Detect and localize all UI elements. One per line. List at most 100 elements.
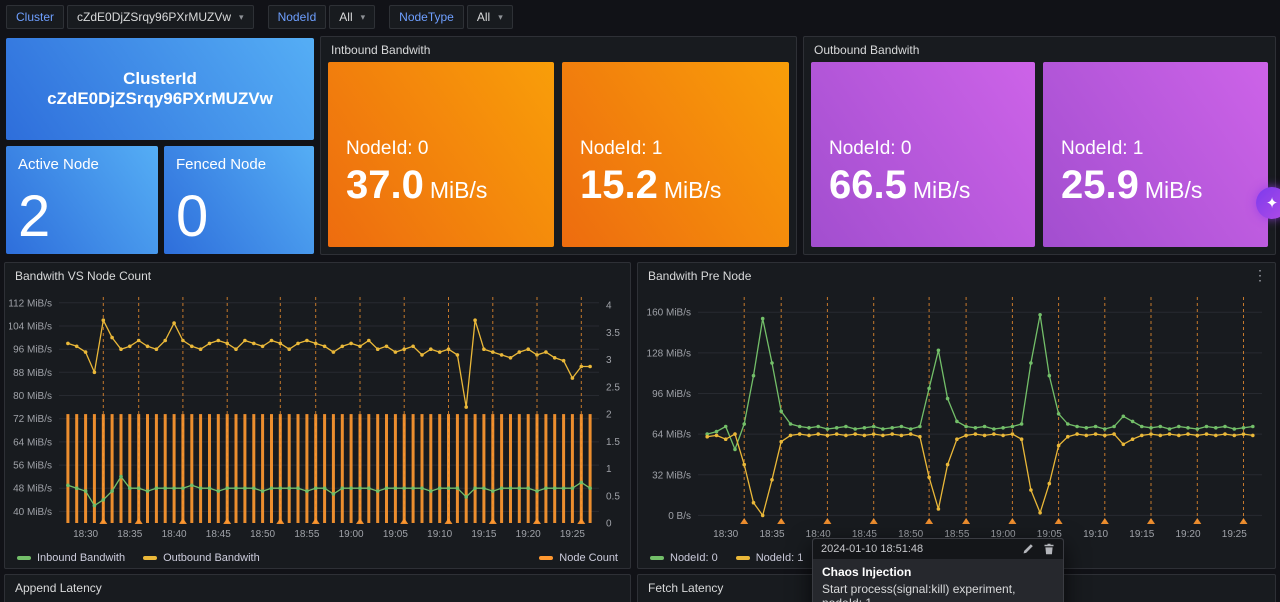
sparkle-icon: ✦ (1266, 194, 1279, 212)
svg-text:112 MiB/s: 112 MiB/s (9, 298, 52, 309)
active-node-label: Active Node (18, 156, 146, 173)
svg-text:3: 3 (606, 355, 612, 366)
legend-outbound-bandwith[interactable]: Outbound Bandwith (143, 552, 260, 564)
svg-text:128 MiB/s: 128 MiB/s (647, 348, 691, 359)
svg-text:32 MiB/s: 32 MiB/s (652, 470, 691, 481)
svg-text:18:35: 18:35 (117, 529, 142, 540)
chevron-down-icon: ▾ (498, 13, 503, 22)
svg-text:72 MiB/s: 72 MiB/s (13, 414, 52, 425)
fenced-node-value: 0 (176, 189, 302, 244)
bandwidth-vs-node-count-chart-area: 112 MiB/s104 MiB/s96 MiB/s88 MiB/s80 MiB… (5, 289, 630, 546)
svg-text:18:45: 18:45 (206, 529, 231, 540)
svg-text:19:25: 19:25 (560, 529, 585, 540)
var-nodeid: NodeId All ▾ (268, 5, 376, 29)
chevron-down-icon: ▾ (239, 13, 244, 22)
svg-text:18:55: 18:55 (294, 529, 319, 540)
svg-text:3.5: 3.5 (606, 328, 620, 339)
annotation-tooltip: 2024-01-10 18:51:48 Chaos Injection Star… (812, 538, 1064, 602)
svg-text:104 MiB/s: 104 MiB/s (9, 322, 52, 333)
bandwidth-per-node-chart-area: 160 MiB/s 128 MiB/s 96 MiB/s 64 MiB/s 32 MiB… (638, 289, 1275, 546)
bandwidth-vs-node-count-chart[interactable]: 112 MiB/s104 MiB/s96 MiB/s88 MiB/s80 MiB… (9, 289, 625, 541)
svg-text:4: 4 (606, 301, 612, 312)
panel-menu-icon[interactable]: ⋮ (1253, 267, 1267, 284)
var-nodetype-label: NodeType (389, 5, 464, 29)
svg-text:18:30: 18:30 (73, 529, 98, 540)
outbound-node1-label: NodeId: 1 (1061, 138, 1250, 160)
legend-inbound-bandwith[interactable]: Inbound Bandwith (17, 552, 125, 564)
legend-nodeid-1[interactable]: NodeId: 1 (736, 552, 804, 564)
chart1-legend: Inbound Bandwith Outbound Bandwith Node … (5, 546, 630, 570)
dashboard: Cluster cZdE0DjZSrqy96PXrMUZVw ▾ NodeId … (0, 0, 1280, 602)
append-latency-panel: Append Latency (4, 574, 631, 602)
svg-text:19:20: 19:20 (516, 529, 541, 540)
chevron-down-icon: ▾ (361, 13, 366, 22)
svg-text:80 MiB/s: 80 MiB/s (13, 391, 52, 402)
legend-nodeid-0[interactable]: NodeId: 0 (650, 552, 718, 564)
fenced-node-stat-tile: Fenced Node 0 (164, 146, 314, 254)
svg-text:18:35: 18:35 (759, 529, 784, 540)
svg-text:56 MiB/s: 56 MiB/s (13, 461, 52, 472)
inbound-node1-value: 15.2MiB/s (580, 164, 771, 206)
svg-text:1.5: 1.5 (606, 437, 620, 448)
legend-swatch (539, 556, 553, 560)
outbound-node0-stat-tile: NodeId: 0 66.5MiB/s (811, 62, 1035, 247)
bandwidth-vs-node-count-panel: Bandwith VS Node Count 112 MiB/s 104 MiB/… (4, 262, 631, 569)
svg-text:64 MiB/s: 64 MiB/s (13, 437, 52, 448)
clusterid-value: cZdE0DjZSrqy96PXrMUZVw (47, 89, 273, 109)
svg-text:160 MiB/s: 160 MiB/s (647, 308, 691, 319)
active-node-value: 2 (18, 189, 146, 244)
annotation-timestamp: 2024-01-10 18:51:48 (821, 543, 923, 555)
var-nodetype: NodeType All ▾ (389, 5, 513, 29)
assistant-button[interactable]: ✦ (1256, 187, 1280, 219)
var-nodeid-select[interactable]: All ▾ (329, 5, 375, 29)
fenced-node-label: Fenced Node (176, 156, 302, 173)
var-cluster-label: Cluster (6, 5, 64, 29)
var-nodeid-value: All (339, 10, 352, 24)
svg-text:19:15: 19:15 (1129, 529, 1154, 540)
svg-text:64 MiB/s: 64 MiB/s (652, 430, 691, 441)
svg-text:19:10: 19:10 (1083, 529, 1108, 540)
active-node-stat-tile: Active Node 2 (6, 146, 158, 254)
svg-text:19:00: 19:00 (339, 529, 364, 540)
svg-text:19:15: 19:15 (471, 529, 496, 540)
var-cluster-select[interactable]: cZdE0DjZSrqy96PXrMUZVw ▾ (67, 5, 254, 29)
svg-text:19:20: 19:20 (1175, 529, 1200, 540)
inbound-node0-stat-tile: NodeId: 0 37.0MiB/s (328, 62, 554, 247)
svg-text:2: 2 (606, 410, 612, 421)
bandwidth-per-node-chart[interactable]: 160 MiB/s 128 MiB/s 96 MiB/s 64 MiB/s 32 MiB… (642, 289, 1270, 541)
legend-node-count[interactable]: Node Count (539, 552, 618, 564)
legend-swatch (650, 556, 664, 560)
bandwidth-per-node-title[interactable]: Bandwith Pre Node ⋮ (638, 263, 1275, 289)
outbound-node1-value: 25.9MiB/s (1061, 164, 1250, 206)
annotation-tooltip-body: Chaos Injection Start process(signal:kil… (813, 559, 1063, 602)
svg-text:0: 0 (606, 519, 612, 530)
annotation-title: Chaos Injection (822, 565, 1054, 579)
svg-text:18:40: 18:40 (162, 529, 187, 540)
var-nodetype-select[interactable]: All ▾ (467, 5, 513, 29)
outbound-node0-value: 66.5MiB/s (829, 164, 1017, 206)
delete-annotation-icon[interactable] (1043, 543, 1055, 555)
bandwidth-vs-node-count-title[interactable]: Bandwith VS Node Count (5, 263, 630, 289)
inbound-panel-title[interactable]: Intbound Bandwith (321, 37, 796, 63)
outbound-node1-stat-tile: NodeId: 1 25.9MiB/s (1043, 62, 1268, 247)
var-nodeid-label: NodeId (268, 5, 327, 29)
svg-text:19:10: 19:10 (427, 529, 452, 540)
var-cluster-value: cZdE0DjZSrqy96PXrMUZVw (77, 10, 231, 24)
annotation-description: Start process(signal:kill) experiment, n… (822, 582, 1054, 602)
svg-text:0 B/s: 0 B/s (668, 511, 691, 522)
svg-text:18:30: 18:30 (713, 529, 738, 540)
inbound-node1-label: NodeId: 1 (580, 138, 771, 160)
svg-text:96 MiB/s: 96 MiB/s (652, 389, 691, 400)
legend-swatch (143, 556, 157, 560)
outbound-panel-title[interactable]: Outbound Bandwith (804, 37, 1275, 63)
svg-text:48 MiB/s: 48 MiB/s (13, 484, 52, 495)
append-latency-title[interactable]: Append Latency (5, 575, 630, 601)
clusterid-stat-tile: ClusterId cZdE0DjZSrqy96PXrMUZVw (6, 38, 314, 140)
outbound-node0-label: NodeId: 0 (829, 138, 1017, 160)
variable-bar: Cluster cZdE0DjZSrqy96PXrMUZVw ▾ NodeId … (0, 0, 1280, 34)
svg-text:18:50: 18:50 (250, 529, 275, 540)
svg-text:2.5: 2.5 (606, 382, 620, 393)
var-cluster: Cluster cZdE0DjZSrqy96PXrMUZVw ▾ (6, 5, 254, 29)
svg-text:0.5: 0.5 (606, 491, 620, 502)
edit-annotation-icon[interactable] (1022, 543, 1034, 555)
